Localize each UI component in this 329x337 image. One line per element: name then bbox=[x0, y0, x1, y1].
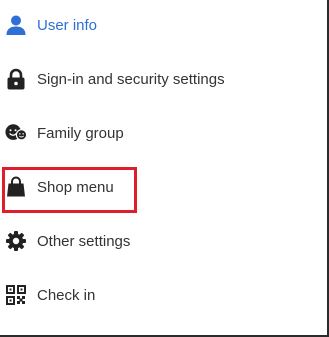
family-group-icon bbox=[5, 122, 27, 144]
menu-item-label: Family group bbox=[37, 124, 124, 142]
menu-item-check-in[interactable]: Check in bbox=[0, 275, 320, 315]
lock-icon bbox=[5, 68, 27, 90]
qr-code-icon bbox=[5, 284, 27, 306]
gear-icon bbox=[5, 230, 27, 252]
highlight-box bbox=[2, 167, 137, 213]
menu-item-label: Sign-in and security settings bbox=[37, 70, 225, 88]
menu-item-label: Other settings bbox=[37, 232, 131, 250]
menu-item-family-group[interactable]: Family group bbox=[0, 113, 320, 153]
menu-item-user-info[interactable]: User info bbox=[0, 5, 320, 45]
menu-item-other-settings[interactable]: Other settings bbox=[0, 221, 320, 261]
settings-menu-panel: User info Sign-in and security settings bbox=[0, 0, 329, 337]
user-icon bbox=[5, 14, 27, 36]
menu-item-sign-in-security[interactable]: Sign-in and security settings bbox=[0, 59, 320, 99]
menu-item-label: User info bbox=[37, 16, 98, 34]
menu-item-label: Check in bbox=[37, 286, 96, 304]
